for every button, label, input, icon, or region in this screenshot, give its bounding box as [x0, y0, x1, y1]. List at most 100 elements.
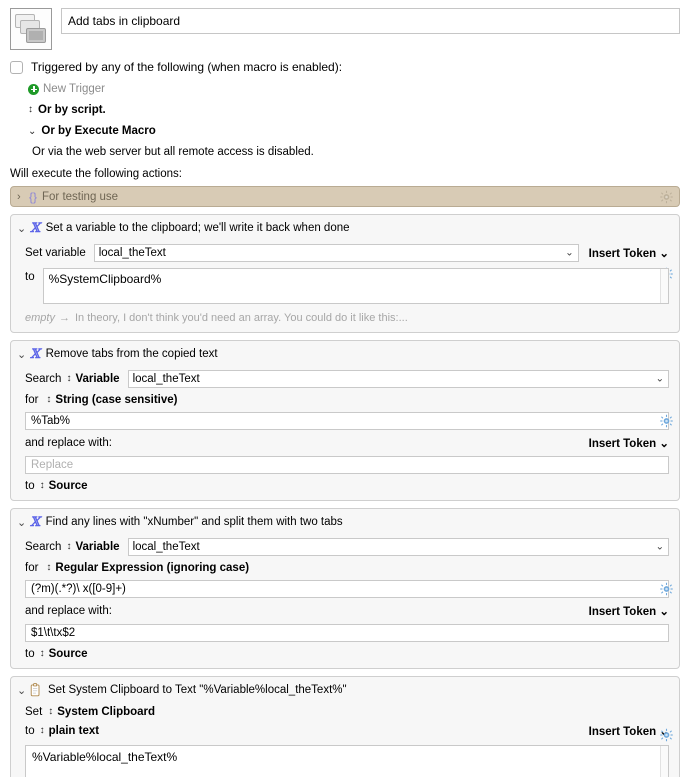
action-disclosure-icon[interactable]: ⌄ — [17, 684, 30, 697]
action-disclosure-icon[interactable]: ⌄ — [17, 348, 30, 361]
destination-value[interactable]: Source — [49, 480, 88, 492]
variable-name-value: local_theText — [98, 247, 166, 259]
insert-token-label: Insert Token — [588, 606, 657, 618]
plus-circle-icon — [28, 83, 39, 95]
action-search-replace-tabs[interactable]: ⌄ 𝕏 Remove tabs from the copied text Sea… — [10, 340, 680, 501]
to-value-textarea[interactable]: %SystemClipboard% — [42, 268, 669, 304]
arrow-right-icon: → — [58, 312, 70, 324]
action-body: Set variable local_theText ⌄ Insert Toke… — [11, 244, 679, 304]
format-value[interactable]: plain text — [49, 725, 99, 737]
chevron-down-icon[interactable]: ⌄ — [656, 374, 664, 385]
gear-icon[interactable] — [660, 414, 673, 427]
action-disclosure-icon[interactable]: ⌄ — [17, 222, 30, 235]
or-by-execute-macro-label: Or by Execute Macro — [41, 125, 156, 137]
replace-text-input[interactable]: Replace — [25, 456, 669, 474]
or-by-execute-macro-row[interactable]: ⌄ Or by Execute Macro — [28, 125, 680, 137]
comment-prefix: empty — [25, 312, 55, 324]
action-body: Search ↕ Variable local_theText ⌄ for ↕ … — [11, 370, 679, 492]
insert-token-label: Insert Token — [588, 726, 657, 738]
to-label: to — [25, 725, 35, 737]
match-mode-value[interactable]: String (case sensitive) — [55, 394, 177, 406]
macro-title-input[interactable]: Add tabs in clipboard — [61, 8, 680, 34]
match-mode-row: for ↕ Regular Expression (ignoring case) — [25, 562, 669, 574]
destination-value[interactable]: Source — [49, 648, 88, 660]
destination-row: to ↕ Source — [25, 648, 669, 660]
for-label: for — [25, 394, 39, 406]
search-text-input[interactable]: (?m)(.*?)\ x([0-9]+) — [25, 580, 669, 598]
chevron-down-icon[interactable]: ⌄ — [656, 542, 664, 553]
action-header[interactable]: ⌄ 𝕏 Find any lines with "xNumber" and sp… — [11, 512, 679, 595]
variable-x-icon: 𝕏 — [30, 220, 40, 236]
variable-name-input[interactable]: local_theText — [127, 370, 669, 388]
actions-header-label: Will execute the following actions: — [10, 168, 182, 180]
variable-name-value: local_theText — [132, 541, 200, 553]
new-trigger-button[interactable]: New Trigger — [28, 83, 680, 95]
action-header[interactable]: ⌄ Set System Clipboard to Text "%Variabl… — [11, 680, 679, 742]
chevron-down-icon[interactable]: ⌄ — [565, 248, 573, 259]
match-mode-row: for ↕ String (case sensitive) — [25, 394, 669, 406]
search-label: Search — [25, 373, 62, 385]
triggers-section: Triggered by any of the following (when … — [0, 60, 690, 180]
macro-header: Add tabs in clipboard — [0, 0, 690, 50]
updown-chevron-icon[interactable]: ↕ — [40, 649, 45, 659]
updown-chevron-icon[interactable]: ↕ — [40, 726, 45, 736]
gear-icon[interactable] — [660, 190, 673, 203]
action-header[interactable]: ⌄ 𝕏 Set a variable to the clipboard; we'… — [11, 218, 679, 280]
replace-text-input[interactable]: $1\t\tx$2 — [25, 624, 669, 642]
search-label: Search — [25, 541, 62, 553]
action-set-system-clipboard[interactable]: ⌄ Set System Clipboard to Text "%Variabl… — [10, 676, 680, 777]
search-text-input[interactable]: %Tab% — [25, 412, 669, 430]
action-title: Set a variable to the clipboard; we'll w… — [45, 222, 350, 234]
to-label: to — [25, 480, 35, 492]
updown-chevron-icon[interactable]: ↕ — [66, 542, 71, 552]
variable-x-icon: 𝕏 — [30, 346, 40, 362]
or-by-script-row[interactable]: ↕ Or by script. — [28, 104, 680, 116]
macro-group-windows-icon[interactable] — [10, 8, 52, 50]
gear-icon[interactable] — [660, 728, 673, 742]
set-variable-label: Set variable — [25, 247, 86, 259]
action-header[interactable]: ⌄ 𝕏 Remove tabs from the copied text — [11, 344, 679, 427]
gear-icon[interactable] — [660, 582, 673, 595]
updown-chevron-icon[interactable]: ↕ — [66, 374, 71, 384]
updown-chevron-icon[interactable]: ↕ — [48, 707, 53, 717]
action-disclosure-icon[interactable]: ⌄ — [17, 516, 30, 529]
updown-chevron-icon[interactable]: ↕ — [46, 395, 51, 405]
to-value-text: %SystemClipboard% — [48, 272, 162, 286]
variable-name-field-wrap: local_theText ⌄ — [93, 244, 579, 262]
search-source-value[interactable]: Variable — [75, 373, 119, 385]
replace-with-label: and replace with: — [25, 437, 112, 449]
trigger-enabled-checkbox[interactable] — [10, 60, 23, 74]
set-target-row: Set ↕ System Clipboard — [25, 706, 669, 718]
scrollbar-track[interactable] — [660, 269, 668, 303]
clipboard-target-value[interactable]: System Clipboard — [57, 706, 155, 718]
replace-label-row: and replace with: Insert Token ⌄ — [25, 436, 669, 450]
scrollbar-track[interactable] — [660, 746, 668, 777]
variable-name-input[interactable]: local_theText — [93, 244, 579, 262]
updown-chevron-icon[interactable]: ↕ — [46, 563, 51, 573]
updown-chevron-icon[interactable]: ↕ — [40, 481, 45, 491]
match-mode-value[interactable]: Regular Expression (ignoring case) — [55, 562, 249, 574]
search-source-value[interactable]: Variable — [75, 541, 119, 553]
action-set-variable[interactable]: ⌄ 𝕏 Set a variable to the clipboard; we'… — [10, 214, 680, 333]
clipboard-text-textarea[interactable]: %Variable%local_theText% — [25, 745, 669, 777]
action-group-for-testing-use[interactable]: › {} For testing use — [10, 186, 680, 207]
action-search-replace-regex[interactable]: ⌄ 𝕏 Find any lines with "xNumber" and sp… — [10, 508, 680, 669]
trigger-enabled-row[interactable]: Triggered by any of the following (when … — [10, 60, 680, 74]
insert-token-button[interactable]: Insert Token ⌄ — [589, 436, 669, 450]
group-disclosure-icon[interactable]: › — [17, 191, 29, 203]
variable-x-icon: 𝕏 — [30, 514, 40, 530]
web-server-note: Or via the web server but all remote acc… — [32, 146, 314, 158]
format-row: to ↕ plain text Insert Token ⌄ — [25, 724, 669, 738]
search-source-row: Search ↕ Variable local_theText ⌄ — [25, 538, 669, 556]
new-trigger-label: New Trigger — [43, 83, 105, 95]
insert-token-label: Insert Token — [588, 248, 657, 260]
to-label: to — [25, 648, 35, 660]
insert-token-button[interactable]: Insert Token ⌄ — [589, 604, 669, 618]
insert-token-button[interactable]: Insert Token ⌄ — [589, 246, 669, 260]
insert-token-button[interactable]: Insert Token ⌄ — [589, 724, 669, 738]
variable-name-input[interactable]: local_theText — [127, 538, 669, 556]
macro-editor-window: Add tabs in clipboard Triggered by any o… — [0, 0, 690, 777]
replace-with-label: and replace with: — [25, 605, 112, 617]
for-label: for — [25, 562, 39, 574]
to-label: to — [25, 271, 35, 283]
